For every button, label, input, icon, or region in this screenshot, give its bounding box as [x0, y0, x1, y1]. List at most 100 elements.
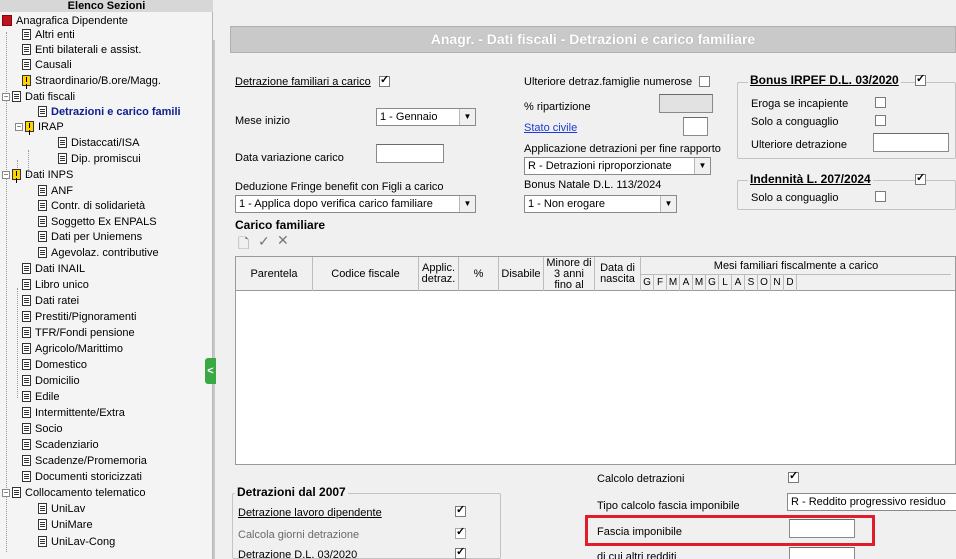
bonus-irpef-checkbox[interactable]: [915, 73, 926, 86]
document-icon: [22, 423, 31, 434]
tree-item-intermittente[interactable]: Intermittente/Extra: [22, 406, 125, 420]
tree-item-dati-ratei[interactable]: Dati ratei: [22, 294, 79, 308]
tree-item-dip-promiscui[interactable]: Dip. promiscui: [58, 152, 141, 166]
tree-splitter[interactable]: [213, 40, 215, 559]
ulteriore-detraz-checkbox[interactable]: [699, 76, 710, 87]
col-percent[interactable]: %: [459, 257, 499, 291]
col-disabile[interactable]: Disabile: [499, 257, 544, 291]
carico-familiare-title: Carico familiare: [235, 218, 326, 232]
calcola-giorni-label: Calcola giorni detrazione: [238, 529, 360, 541]
month-col[interactable]: M: [693, 275, 706, 291]
months-header: Mesi familiari fiscalmente a carico: [641, 257, 951, 275]
tree-item-collocamento[interactable]: − Collocamento telematico: [2, 486, 145, 500]
carico-familiare-grid[interactable]: Parentela Codice fiscale Applic. detraz.…: [235, 256, 956, 465]
document-icon: [38, 216, 47, 227]
indennita-checkbox[interactable]: [915, 172, 926, 185]
detrazione-dl-checkbox[interactable]: [455, 546, 466, 559]
bonus-solo-conguaglio-checkbox[interactable]: [875, 115, 886, 126]
tree-item-tfr[interactable]: TFR/Fondi pensione: [22, 326, 135, 340]
new-record-icon[interactable]: 🗋: [238, 233, 249, 257]
tree-item-causali[interactable]: Causali: [22, 58, 72, 72]
tipo-calcolo-select[interactable]: R - Reddito progressivo residuo: [787, 493, 956, 511]
col-data-nascita[interactable]: Data di nascita: [595, 257, 641, 291]
detrazione-lavoro-checkbox[interactable]: [455, 504, 466, 517]
deduzione-fringe-label: Deduzione Fringe benefit con Figli a car…: [235, 181, 444, 193]
tree-item-distaccati[interactable]: Distaccati/ISA: [58, 136, 139, 150]
tree-item-agricolo[interactable]: Agricolo/Marittimo: [22, 342, 123, 356]
tree-item-straordinario[interactable]: Straordinario/B.ore/Magg.: [22, 74, 161, 88]
month-col[interactable]: G: [641, 275, 654, 291]
month-col[interactable]: D: [784, 275, 797, 291]
tree-item-dati-uniemens[interactable]: Dati per Uniemens: [38, 230, 142, 244]
col-parentela[interactable]: Parentela: [236, 257, 313, 291]
tree-item-prestiti[interactable]: Prestiti/Pignoramenti: [22, 310, 137, 324]
tree-item-unilav[interactable]: UniLav: [38, 502, 85, 516]
detrazione-familiari-checkbox[interactable]: [379, 74, 390, 87]
month-col[interactable]: A: [680, 275, 693, 291]
page-title: Anagr. - Dati fiscali - Detrazioni e car…: [230, 26, 956, 53]
data-variazione-field[interactable]: [376, 144, 444, 163]
collapse-icon[interactable]: −: [2, 171, 10, 179]
tree-item-socio[interactable]: Socio: [22, 422, 63, 436]
calcola-giorni-checkbox[interactable]: [455, 526, 466, 539]
applicazione-detrazioni-select[interactable]: R - Detrazioni riproporzionate ▼: [524, 157, 711, 175]
data-variazione-label: Data variazione carico: [235, 152, 344, 164]
tree-item-anagrafica[interactable]: Anagrafica Dipendente: [2, 14, 128, 28]
month-col[interactable]: G: [706, 275, 719, 291]
document-icon: [22, 391, 31, 402]
ulteriore-detrazione-label: Ulteriore detrazione: [751, 139, 847, 151]
detrazione-lavoro-label: Detrazione lavoro dipendente: [238, 507, 382, 519]
tree-item-edile[interactable]: Edile: [22, 390, 59, 404]
col-codice-fiscale[interactable]: Codice fiscale: [313, 257, 419, 291]
collapse-panel-button[interactable]: <: [205, 358, 216, 384]
tree-item-documenti[interactable]: Documenti storicizzati: [22, 470, 142, 484]
stato-civile-link[interactable]: Stato civile: [524, 122, 577, 134]
bonus-natale-select[interactable]: 1 - Non erogare ▼: [524, 195, 677, 213]
ripartizione-field[interactable]: [659, 94, 713, 113]
month-col[interactable]: S: [745, 275, 758, 291]
collapse-icon[interactable]: −: [15, 123, 23, 131]
tree-item-dati-inps[interactable]: − Dati INPS: [2, 168, 73, 182]
tree-item-altri-enti[interactable]: Altri enti: [22, 28, 75, 42]
confirm-icon[interactable]: ✓: [258, 233, 270, 250]
calcolo-detrazioni-checkbox[interactable]: [788, 470, 799, 483]
document-icon: [38, 231, 47, 242]
stato-civile-field[interactable]: [683, 117, 708, 136]
tree-item-domicilio[interactable]: Domicilio: [22, 374, 80, 388]
tree-item-detrazioni-carico[interactable]: Detrazioni e carico famili: [38, 105, 181, 119]
indennita-solo-conguaglio-checkbox[interactable]: [875, 191, 886, 202]
month-col[interactable]: F: [654, 275, 667, 291]
tree-item-unimare[interactable]: UniMare: [38, 518, 93, 532]
bonus-natale-label: Bonus Natale D.L. 113/2024: [524, 179, 662, 191]
col-applic-detraz[interactable]: Applic. detraz.: [419, 257, 459, 291]
tree-item-contr-solidarieta[interactable]: Contr. di solidarietà: [38, 199, 145, 213]
tree-item-agevolaz[interactable]: Agevolaz. contributive: [38, 246, 159, 260]
month-col[interactable]: M: [667, 275, 680, 291]
collapse-icon[interactable]: −: [2, 489, 10, 497]
delete-icon[interactable]: ✕: [277, 232, 289, 249]
month-col[interactable]: A: [732, 275, 745, 291]
col-minore-3-anni[interactable]: Minore di 3 anni fino al: [544, 257, 595, 291]
month-col[interactable]: N: [771, 275, 784, 291]
tree-item-domestico[interactable]: Domestico: [22, 358, 87, 372]
tree-item-scadenze[interactable]: Scadenze/Promemoria: [22, 454, 147, 468]
tree-item-dati-inail[interactable]: Dati INAIL: [22, 262, 85, 276]
document-icon: [38, 185, 47, 196]
warning-icon: [22, 75, 31, 86]
tree-item-soggetto-enpals[interactable]: Soggetto Ex ENPALS: [38, 215, 157, 229]
tree-item-irap[interactable]: − IRAP: [15, 120, 64, 134]
month-col[interactable]: L: [719, 275, 732, 291]
mese-inizio-select[interactable]: 1 - Gennaio ▼: [376, 108, 476, 126]
tree-item-anf[interactable]: ANF: [38, 184, 73, 198]
altri-redditi-field[interactable]: [789, 547, 855, 559]
ulteriore-detrazione-field[interactable]: [873, 133, 949, 152]
tree-item-scadenziario[interactable]: Scadenziario: [22, 438, 99, 452]
collapse-icon[interactable]: −: [2, 93, 10, 101]
tree-item-unilav-cong[interactable]: UniLav-Cong: [38, 535, 115, 549]
tree-item-dati-fiscali[interactable]: − Dati fiscali: [2, 90, 75, 104]
eroga-incapiente-checkbox[interactable]: [875, 97, 886, 108]
tree-item-enti-bilaterali[interactable]: Enti bilaterali e assist.: [22, 43, 141, 57]
month-col[interactable]: O: [758, 275, 771, 291]
tree-item-libro-unico[interactable]: Libro unico: [22, 278, 89, 292]
deduzione-fringe-select[interactable]: 1 - Applica dopo verifica carico familia…: [235, 195, 476, 213]
